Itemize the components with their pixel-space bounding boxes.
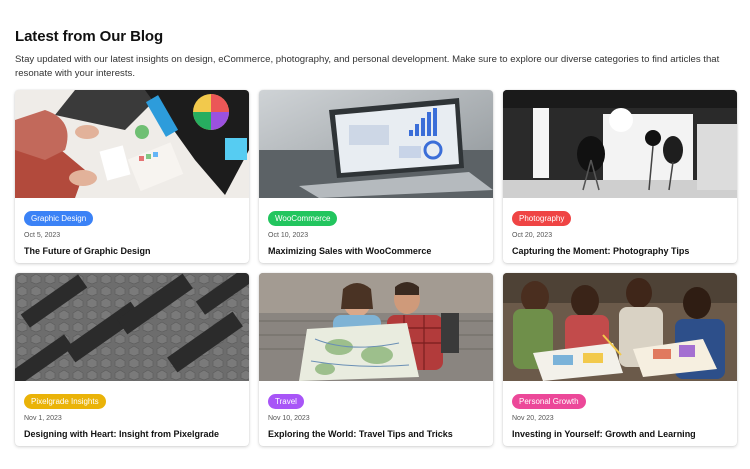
post-thumbnail-laptop[interactable] [259,90,493,198]
post-card-photography[interactable]: Photography Oct 20, 2023 Capturing the M… [503,90,737,263]
post-date: Oct 20, 2023 [512,232,553,239]
post-title[interactable]: Maximizing Sales with WooCommerce [268,245,484,257]
post-thumbnail-designer-desk[interactable] [15,90,249,198]
category-badge[interactable]: WooCommerce [268,211,338,226]
post-thumbnail-kids-reading[interactable] [503,273,737,381]
post-title[interactable]: The Future of Graphic Design [24,245,240,257]
post-card-personal-growth[interactable]: Personal Growth Nov 20, 2023 Investing i… [503,273,737,446]
post-thumbnail-studio[interactable] [503,90,737,198]
post-date: Nov 20, 2023 [512,415,554,422]
post-date: Nov 10, 2023 [268,415,310,422]
designer-desk-image [15,90,249,198]
post-card-graphic-design[interactable]: Graphic Design Oct 5, 2023 The Future of… [15,90,249,263]
post-thumbnail-travelers[interactable] [259,273,493,381]
blog-section: Latest from Our Blog Stay updated with o… [0,0,750,446]
laptop-analytics-image [259,90,493,198]
post-card-woocommerce[interactable]: WooCommerce Oct 10, 2023 Maximizing Sale… [259,90,493,263]
post-title[interactable]: Investing in Yourself: Growth and Learni… [512,428,728,440]
post-card-travel[interactable]: Travel Nov 10, 2023 Exploring the World:… [259,273,493,446]
travelers-map-image [259,273,493,381]
category-badge[interactable]: Photography [512,211,572,226]
post-thumbnail-keyboards[interactable] [15,273,249,381]
post-title[interactable]: Capturing the Moment: Photography Tips [512,245,728,257]
category-badge[interactable]: Graphic Design [24,211,94,226]
category-badge[interactable]: Travel [268,394,304,409]
post-date: Oct 5, 2023 [24,232,61,239]
photo-studio-image [503,90,737,198]
category-badge[interactable]: Pixelgrade Insights [24,394,106,409]
kids-reading-image [503,273,737,381]
post-card-pixelgrade-insights[interactable]: Pixelgrade Insights Nov 1, 2023 Designin… [15,273,249,446]
keyboards-pattern-image [15,273,249,381]
posts-grid: Graphic Design Oct 5, 2023 The Future of… [15,90,737,446]
post-title[interactable]: Exploring the World: Travel Tips and Tri… [268,428,484,440]
post-title[interactable]: Designing with Heart: Insight from Pixel… [24,428,240,440]
section-heading: Latest from Our Blog [15,28,164,45]
section-intro: Stay updated with our latest insights on… [15,54,720,79]
post-date: Oct 10, 2023 [268,232,309,239]
post-date: Nov 1, 2023 [24,415,62,422]
category-badge[interactable]: Personal Growth [512,394,586,409]
